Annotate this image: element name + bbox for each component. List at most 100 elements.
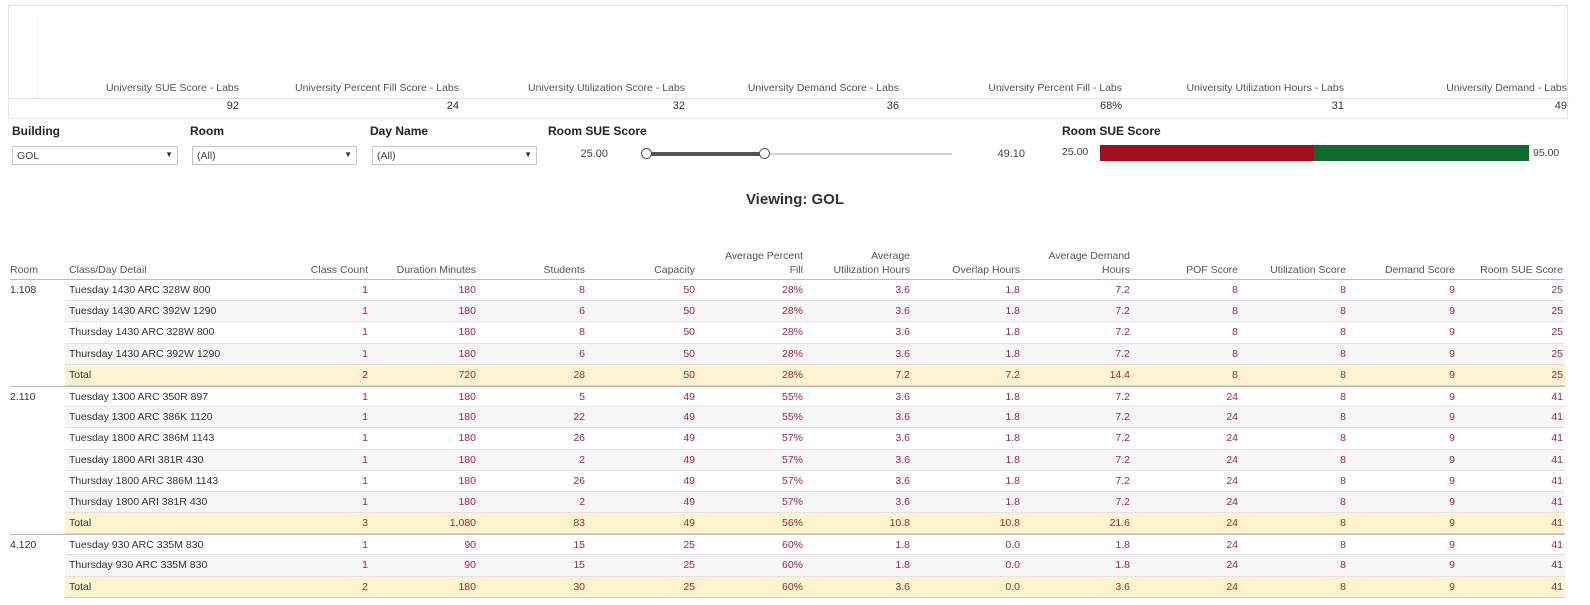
sue-range-slider[interactable]	[641, 148, 952, 159]
col-header-avg-fill[interactable]: Average Percent Fill	[725, 249, 803, 277]
pof-cell: 24	[1226, 390, 1238, 403]
room-detail-table: Room Class/Day Detail Class Count Durati…	[10, 248, 1565, 598]
overlap-cell: 0.0	[1005, 559, 1020, 572]
duration-cell: 180	[458, 347, 476, 360]
table-row[interactable]: Thursday 1430 ARC 328W 800 1 180 8 50 28% 3.6 1…	[10, 322, 1565, 344]
capacity-cell: 50	[683, 284, 695, 296]
table-row[interactable]: Thursday 1430 ARC 392W 1290 1 180 6 50 28% 3.6…	[10, 343, 1565, 365]
summary-value: 32	[672, 100, 685, 112]
table-row[interactable]: 4.120 Tuesday 930 ARC 335M 830 1 90 15 25 60% 1…	[10, 534, 1565, 556]
students-cell: 28	[573, 368, 585, 381]
avg-demand-cell: 7.2	[1115, 453, 1130, 466]
summary-value-row: 92 24 32 36 68% 31 49	[9, 100, 1569, 117]
building-dropdown[interactable]: GOL ▼	[12, 146, 178, 165]
sue-score-cell: 41	[1551, 539, 1563, 552]
table-row[interactable]: Thursday 1800 ARC 386M 1143 1 180 26 49 57% 3.…	[10, 471, 1565, 492]
chevron-down-icon[interactable]: ▼	[524, 150, 532, 159]
col-header-util-score[interactable]: Utilization Score	[1270, 263, 1346, 277]
table-row[interactable]: Tuesday 1430 ARC 392W 1290 1 180 6 50 28% 3.6 1…	[10, 301, 1565, 323]
table-total-row[interactable]: Total 3 1,080 83 49 56% 10.8 10.8 21.6 24 8 9 41	[10, 513, 1565, 535]
day-dropdown[interactable]: (All) ▼	[372, 146, 537, 165]
col-header-demand-score[interactable]: Demand Score	[1385, 263, 1455, 277]
sue-score-cell: 41	[1551, 559, 1563, 572]
duration-cell: 180	[458, 305, 476, 318]
avg-util-cell: 1.8	[895, 539, 910, 552]
summary-header-row: University SUE Score - Labs University P…	[9, 82, 1569, 99]
day-filter-label: Day Name	[370, 124, 429, 138]
duration-cell: 180	[458, 284, 476, 296]
room-cell: 1.108	[10, 284, 37, 296]
sue-score-cell: 41	[1551, 495, 1563, 508]
table-total-row[interactable]: Total 2 720 28 50 28% 7.2 7.2 14.4 8 8 9 25	[10, 364, 1565, 386]
duration-cell: 90	[464, 559, 476, 572]
room-filter-label: Room	[190, 124, 224, 138]
sue-score-cell: 25	[1551, 326, 1563, 339]
demand-score-cell: 9	[1449, 326, 1455, 339]
avg-util-cell: 3.6	[895, 390, 910, 403]
pof-cell: 8	[1232, 305, 1238, 318]
table-row[interactable]: Thursday 1800 ARI 381R 430 1 180 2 49 57% 3.6 1…	[10, 491, 1565, 514]
slider-min-handle[interactable]	[641, 148, 652, 159]
pof-cell: 8	[1232, 326, 1238, 339]
avg-demand-cell: 1.8	[1115, 539, 1130, 552]
pof-cell: 24	[1226, 453, 1238, 466]
class-count-cell: 2	[362, 368, 368, 381]
avg-demand-cell: 7.2	[1115, 432, 1130, 445]
col-header-overlap[interactable]: Overlap Hours	[952, 263, 1020, 277]
avg-fill-cell: 28%	[781, 326, 803, 339]
avg-util-cell: 3.6	[895, 474, 910, 487]
sue-score-cell: 41	[1551, 411, 1563, 424]
summary-value: 36	[886, 100, 899, 112]
sue-score-cell: 41	[1551, 432, 1563, 445]
avg-demand-cell: 7.2	[1115, 347, 1130, 360]
util-score-cell: 8	[1340, 284, 1346, 296]
col-header-students[interactable]: Students	[544, 263, 585, 277]
col-header-capacity[interactable]: Capacity	[654, 263, 695, 277]
table-row[interactable]: Thursday 930 ARC 335M 830 1 90 15 25 60% 1.8 0.…	[10, 555, 1565, 577]
chevron-down-icon[interactable]: ▼	[344, 150, 352, 159]
viewing-title: Viewing: GOL	[745, 191, 845, 208]
detail-cell: Thursday 1800 ARC 386M 1143	[69, 474, 219, 487]
demand-score-cell: 9	[1449, 539, 1455, 552]
col-header-avg-util[interactable]: Average Utilization Hours	[834, 249, 910, 277]
demand-score-cell: 9	[1449, 474, 1455, 487]
summary-header: University Demand - Labs	[1446, 82, 1567, 94]
util-score-cell: 8	[1340, 368, 1346, 381]
detail-cell: Tuesday 1430 ARC 392W 1290	[69, 305, 217, 318]
avg-fill-cell: 28%	[781, 347, 803, 360]
sue-legend-label: Room SUE Score	[1062, 124, 1161, 138]
col-header-pof[interactable]: POF Score	[1186, 263, 1238, 277]
col-header-class-count[interactable]: Class Count	[311, 263, 368, 277]
col-header-avg-demand[interactable]: Average Demand Hours	[1048, 249, 1130, 277]
table-total-row[interactable]: Total 2 180 30 25 60% 3.6 0.0 3.6 24 8 9 41	[10, 576, 1565, 598]
table-row[interactable]: Tuesday 1800 ARI 381R 430 1 180 2 49 57% 3.6 1.…	[10, 449, 1565, 471]
legend-low-segment	[1100, 145, 1314, 161]
students-cell: 2	[579, 453, 585, 466]
capacity-cell: 49	[683, 432, 695, 445]
col-header-duration[interactable]: Duration Minutes	[397, 263, 476, 277]
students-cell: 8	[579, 326, 585, 339]
col-header-room[interactable]: Room	[10, 263, 38, 277]
table-row[interactable]: 2.110 Tuesday 1300 ARC 350R 897 1 180 5 49 55%…	[10, 385, 1565, 408]
avg-util-cell: 3.6	[895, 347, 910, 360]
util-score-cell: 8	[1340, 390, 1346, 403]
class-count-cell: 1	[362, 347, 368, 360]
col-header-line: Average Percent	[724, 250, 803, 262]
capacity-cell: 49	[683, 453, 695, 466]
col-header-detail[interactable]: Class/Day Detail	[69, 263, 147, 277]
table-row[interactable]: Tuesday 1800 ARC 386M 1143 1 180 26 49 57% 3.6…	[10, 428, 1565, 450]
col-header-line: Hours	[1101, 264, 1130, 276]
students-cell: 5	[579, 390, 585, 403]
slider-max-handle[interactable]	[759, 148, 770, 159]
avg-demand-cell: 21.6	[1109, 517, 1130, 530]
duration-cell: 180	[458, 453, 476, 466]
table-row[interactable]: 1.108 Tuesday 1430 ARC 328W 800 1 180 8 50 28%…	[10, 280, 1565, 302]
pof-cell: 24	[1226, 432, 1238, 445]
room-dropdown[interactable]: (All) ▼	[192, 146, 357, 165]
chevron-down-icon[interactable]: ▼	[165, 150, 173, 159]
building-dropdown-value: GOL	[17, 150, 40, 162]
util-score-cell: 8	[1340, 432, 1346, 445]
avg-fill-cell: 28%	[781, 305, 803, 318]
table-row[interactable]: Tuesday 1300 ARC 386K 1120 1 180 22 49 55% 3.6…	[10, 407, 1565, 429]
col-header-sue-score[interactable]: Room SUE Score	[1480, 263, 1563, 277]
